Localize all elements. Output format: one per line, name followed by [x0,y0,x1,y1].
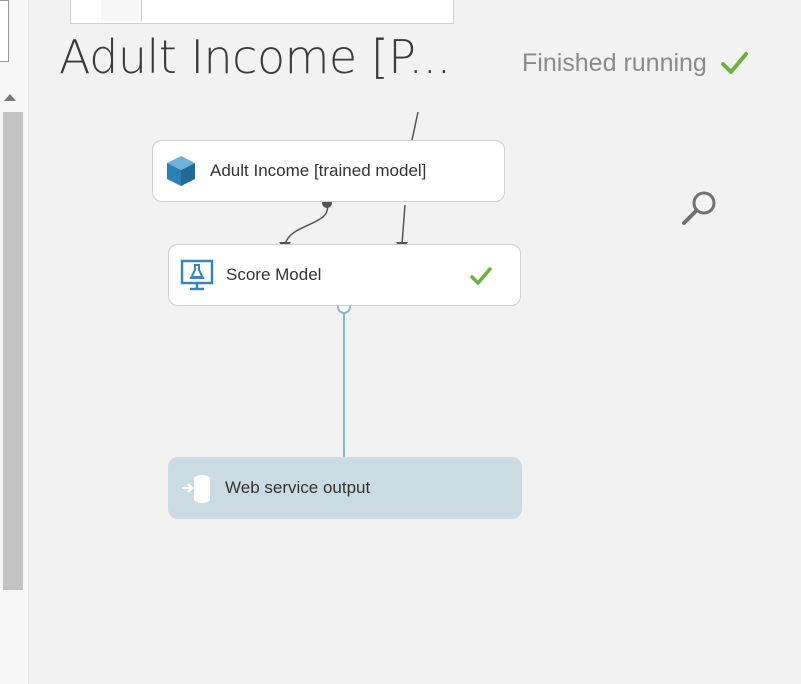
trained-model-label: Adult Income [trained model] [210,161,427,180]
model-to-score-line [284,202,329,245]
web-service-output-node[interactable]: Web service output [168,457,522,519]
connector-lines [279,111,419,458]
service-output-icon [182,475,210,503]
flask-monitor-icon [180,259,214,291]
cube-icon [167,156,195,186]
input-connector-line [411,111,419,141]
score-model-label: Score Model [226,265,322,284]
trained-model-node[interactable]: Adult Income [trained model] [152,140,505,202]
web-service-output-label: Web service output [225,478,371,497]
dataset-to-score-line [401,204,406,245]
score-model-node[interactable]: Score Model [168,244,521,306]
completed-checkmark-icon [470,267,492,285]
